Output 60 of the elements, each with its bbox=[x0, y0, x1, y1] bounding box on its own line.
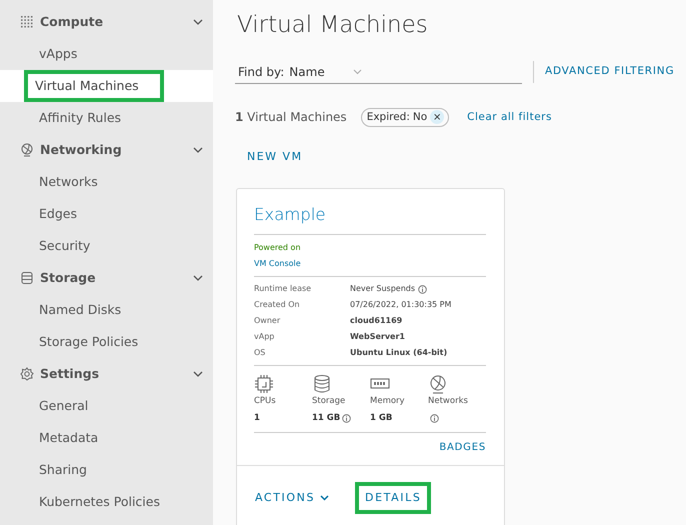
advanced-filtering-link[interactable]: ADVANCED FILTERING bbox=[545, 64, 674, 80]
sidebar-item[interactable]: Affinity Rules bbox=[0, 102, 213, 134]
power-status: Powered on bbox=[254, 242, 302, 254]
sidebar-item[interactable]: vApps bbox=[0, 38, 213, 70]
grid-icon bbox=[20, 15, 34, 29]
chevron-down-icon[interactable] bbox=[193, 275, 203, 282]
caret-icon bbox=[352, 68, 362, 74]
globe-icon bbox=[20, 143, 34, 157]
detail-label: Owner bbox=[254, 314, 282, 326]
resource-label: Memory bbox=[370, 394, 406, 408]
sidebar-item[interactable]: Kubernetes Policies bbox=[0, 486, 213, 518]
caret-icon bbox=[320, 494, 330, 501]
actions-button[interactable]: ACTIONS bbox=[255, 482, 330, 514]
resource-value: 1 bbox=[254, 412, 260, 426]
sidebar-item[interactable]: Metadata bbox=[0, 422, 213, 454]
sidebar-item[interactable]: Networks bbox=[0, 166, 213, 198]
sidebar-item[interactable]: Sharing bbox=[0, 454, 213, 486]
sidebar-item[interactable]: Edges bbox=[0, 198, 213, 230]
details-button[interactable]: DETAILS bbox=[355, 482, 432, 514]
detail-value: Ubuntu Linux (64-bit) bbox=[350, 346, 448, 358]
globe-icon bbox=[428, 374, 448, 394]
new-vm-button[interactable]: NEW VM bbox=[247, 149, 303, 166]
group-heading[interactable]: Storage bbox=[40, 268, 96, 288]
detail-label: vApp bbox=[254, 330, 276, 343]
chevron-down-icon[interactable] bbox=[193, 19, 203, 26]
database-icon bbox=[20, 271, 34, 285]
result-count: 1 Virtual Machines bbox=[235, 109, 347, 126]
filter-chip: Expired: No × bbox=[360, 108, 450, 128]
find-by-dropdown[interactable]: Find by: Name bbox=[235, 60, 522, 84]
clear-filters-link[interactable]: Clear all filters bbox=[467, 110, 552, 126]
sidebar-item[interactable]: Security bbox=[0, 230, 213, 262]
sidebar-item[interactable]: Named Disks bbox=[0, 294, 213, 326]
chip-remove-button[interactable]: × bbox=[430, 110, 444, 124]
detail-label: OS bbox=[254, 346, 266, 358]
chevron-down-icon[interactable] bbox=[193, 371, 203, 378]
group-heading[interactable]: Compute bbox=[40, 12, 104, 32]
detail-value: Never Suspends bbox=[350, 282, 416, 295]
resource-value: 1 GB bbox=[370, 412, 392, 426]
vm-name: Example bbox=[254, 202, 486, 234]
detail-value: WebServer1 bbox=[350, 330, 405, 342]
page-title: Virtual Machines bbox=[237, 11, 429, 40]
group-heading[interactable]: Settings bbox=[40, 364, 100, 384]
resource-label: Storage bbox=[312, 394, 346, 408]
cpu-icon bbox=[254, 374, 274, 394]
badges-button[interactable]: BADGES bbox=[439, 440, 486, 456]
sidebar-item[interactable]: Virtual Machines bbox=[24, 70, 164, 102]
resource-value: 11 GB bbox=[312, 412, 340, 426]
detail-value: cloud61169 bbox=[350, 314, 402, 326]
detail-label: Runtime lease bbox=[254, 282, 312, 294]
sidebar-item[interactable]: General bbox=[0, 390, 213, 422]
chevron-down-icon[interactable] bbox=[193, 147, 203, 154]
sidebar-item[interactable]: Storage Policies bbox=[0, 326, 213, 358]
detail-label: Created On bbox=[254, 298, 301, 310]
resource-label: Networks bbox=[428, 394, 469, 408]
vm-console-link[interactable]: VM Console bbox=[254, 256, 486, 272]
gear-icon bbox=[20, 367, 34, 381]
resource-label: CPUs bbox=[254, 394, 277, 408]
group-heading[interactable]: Networking bbox=[40, 140, 122, 160]
database-icon bbox=[312, 374, 332, 394]
detail-value: 07/26/2022, 01:30:35 PM bbox=[350, 298, 452, 310]
